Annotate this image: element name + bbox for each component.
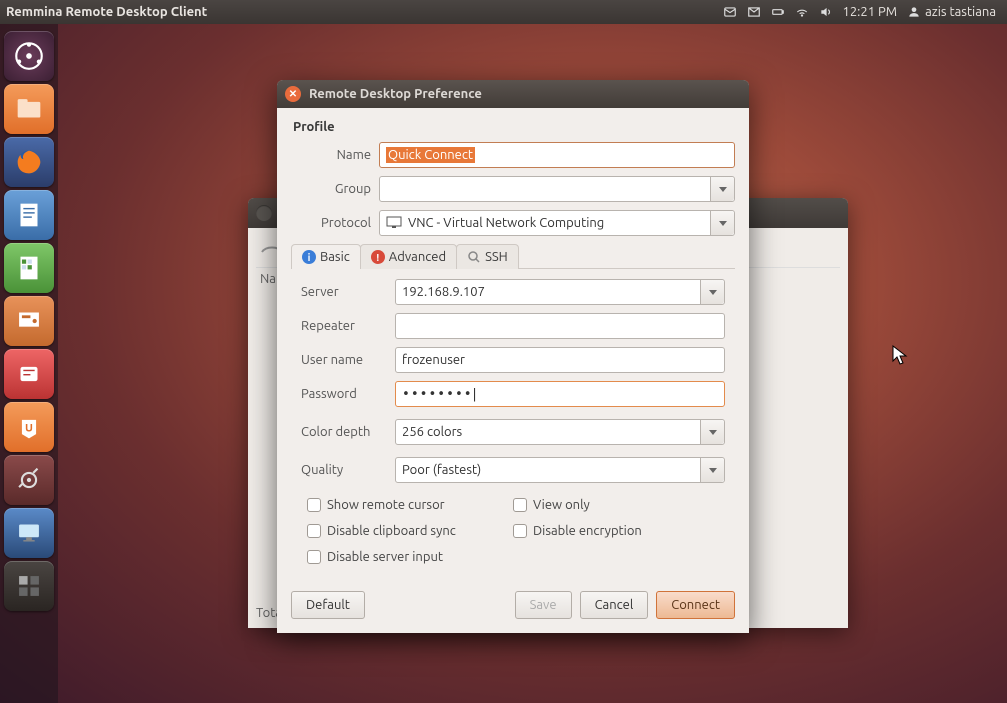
- check-show-remote-cursor[interactable]: Show remote cursor: [307, 495, 513, 515]
- colordepth-label: Color depth: [301, 425, 395, 439]
- network-icon[interactable]: [795, 5, 809, 19]
- mail-icon[interactable]: [747, 5, 761, 19]
- repeater-label: Repeater: [301, 319, 395, 333]
- battery-icon[interactable]: [771, 5, 785, 19]
- group-combo[interactable]: [379, 176, 735, 202]
- username-label: azis tastiana: [925, 5, 996, 19]
- password-label: Password: [301, 387, 395, 401]
- monitor-icon: [386, 216, 402, 230]
- launcher-software-center[interactable]: U: [4, 402, 54, 452]
- launcher-files[interactable]: [4, 84, 54, 134]
- launcher-dash[interactable]: [4, 31, 54, 81]
- profile-heading: Profile: [293, 120, 735, 134]
- protocol-label: Protocol: [291, 216, 379, 230]
- connect-button[interactable]: Connect: [656, 591, 735, 619]
- dialog-titlebar[interactable]: ✕ Remote Desktop Preference: [277, 80, 749, 108]
- protocol-combo[interactable]: VNC - Virtual Network Computing: [379, 210, 735, 236]
- check-disable-server-input[interactable]: Disable server input: [307, 547, 513, 567]
- cursor-icon: [892, 345, 908, 371]
- tab-basic[interactable]: iBasic: [291, 244, 361, 269]
- launcher-impress[interactable]: [4, 296, 54, 346]
- password-input[interactable]: ••••••••: [395, 381, 725, 407]
- default-button[interactable]: Default: [291, 591, 365, 619]
- save-button[interactable]: Save: [515, 591, 572, 619]
- chevron-down-icon[interactable]: [700, 280, 724, 304]
- server-label: Server: [301, 285, 395, 299]
- messaging-icon[interactable]: [723, 5, 737, 19]
- tab-bar: iBasic !Advanced SSH: [291, 244, 735, 269]
- cancel-button[interactable]: Cancel: [580, 591, 649, 619]
- launcher-settings[interactable]: [4, 455, 54, 505]
- volume-icon[interactable]: [819, 5, 833, 19]
- launcher-workspace[interactable]: [4, 561, 54, 611]
- check-disable-clipboard[interactable]: Disable clipboard sync: [307, 521, 513, 541]
- group-label: Group: [291, 182, 379, 196]
- remote-desktop-preference-dialog: ✕ Remote Desktop Preference Profile Name…: [277, 80, 749, 633]
- top-menubar: Remmina Remote Desktop Client 12:21 PM a…: [0, 0, 1007, 24]
- unity-launcher: U: [0, 24, 58, 703]
- quality-combo[interactable]: Poor (fastest): [395, 457, 725, 483]
- search-icon: [467, 250, 481, 264]
- chevron-down-icon[interactable]: [710, 211, 734, 235]
- close-icon[interactable]: [256, 205, 272, 221]
- launcher-media[interactable]: [4, 349, 54, 399]
- server-input[interactable]: 192.168.9.107: [395, 279, 725, 305]
- name-input[interactable]: Quick Connect: [379, 142, 735, 168]
- tab-advanced[interactable]: !Advanced: [360, 244, 457, 269]
- chevron-down-icon[interactable]: [700, 420, 724, 444]
- name-label: Name: [291, 148, 379, 162]
- check-view-only[interactable]: View only: [513, 495, 719, 515]
- colordepth-combo[interactable]: 256 colors: [395, 419, 725, 445]
- user-menu[interactable]: azis tastiana: [907, 5, 996, 19]
- chevron-down-icon[interactable]: [700, 458, 724, 482]
- svg-text:U: U: [25, 421, 33, 434]
- repeater-input[interactable]: [395, 313, 725, 339]
- tab-ssh[interactable]: SSH: [456, 244, 519, 269]
- launcher-firefox[interactable]: [4, 137, 54, 187]
- check-disable-encryption[interactable]: Disable encryption: [513, 521, 719, 541]
- username-input[interactable]: frozenuser: [395, 347, 725, 373]
- clock[interactable]: 12:21 PM: [843, 5, 898, 19]
- launcher-calc[interactable]: [4, 243, 54, 293]
- close-icon[interactable]: ✕: [285, 86, 301, 102]
- launcher-writer[interactable]: [4, 190, 54, 240]
- username-label: User name: [301, 353, 395, 367]
- chevron-down-icon[interactable]: [710, 177, 734, 201]
- launcher-remmina[interactable]: [4, 508, 54, 558]
- app-title: Remmina Remote Desktop Client: [6, 5, 207, 19]
- quality-label: Quality: [301, 463, 395, 477]
- dialog-title: Remote Desktop Preference: [309, 87, 482, 101]
